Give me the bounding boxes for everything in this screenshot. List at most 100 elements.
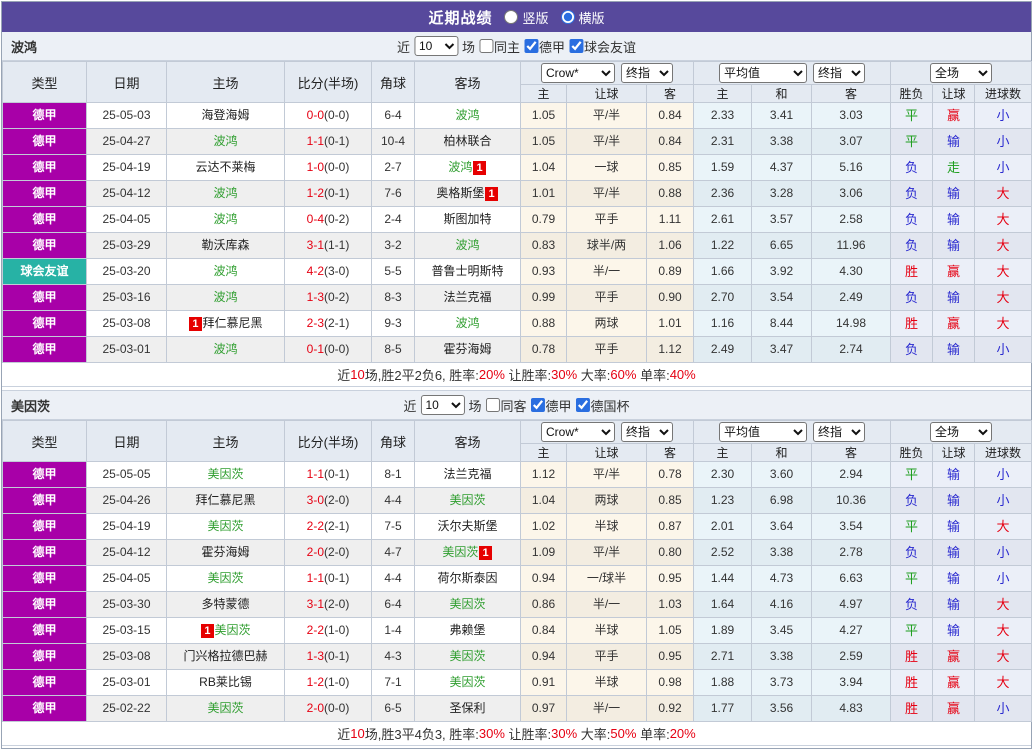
avg-away: 10.36 <box>811 487 892 514</box>
avg-draw: 3.54 <box>751 284 813 311</box>
column-header-main-4: 角球 <box>371 61 415 103</box>
league-type-badge: 德甲 <box>2 617 87 644</box>
halftime-score: (3-0) <box>324 264 350 278</box>
league-type-badge: 德甲 <box>2 206 87 233</box>
red-card-badge: 1 <box>189 316 202 331</box>
vertical-layout-option[interactable]: 竖版 <box>504 8 549 27</box>
column-header-sub-4: 和 <box>751 84 813 103</box>
match-count-select[interactable]: 10 <box>420 395 465 415</box>
match-row: 德甲 25-04-27 波鸿 1-1(0-1) 10-4 柏林联合 1.05 平/半 0.84 2… <box>2 128 1033 155</box>
score-cell: 1-1(0-1) <box>284 128 372 155</box>
column-header-main-2: 主场 <box>166 420 285 462</box>
column-header-main-3: 比分(半场) <box>284 420 372 462</box>
fulltime-score: 0-1 <box>306 342 324 356</box>
red-card-badge: 1 <box>479 545 492 560</box>
column-header-main-4: 角球 <box>371 420 415 462</box>
home-team-name: 勒沃库森 <box>201 238 250 252</box>
home-team-cell: 美因茨 <box>166 565 285 592</box>
score-cell: 2-2(1-0) <box>284 617 372 644</box>
column-header-main-0: 类型 <box>2 420 87 462</box>
column-header-sub-2: 客 <box>645 443 695 462</box>
goals-outcome: 大 <box>974 284 1033 311</box>
home-team-cell: 海登海姆 <box>166 102 285 129</box>
same-venue-checkbox[interactable] <box>478 39 493 53</box>
match-count-select[interactable]: 10 <box>413 36 458 56</box>
odds-away: 1.05 <box>645 617 695 644</box>
league-filter-1-checkbox[interactable] <box>524 39 539 53</box>
fulltime-scope-select[interactable]: 全场 <box>930 422 993 442</box>
summary-segment: 让胜率: <box>504 727 552 742</box>
home-team-name: 云达不莱梅 <box>195 160 256 174</box>
home-team-cell: 美因茨 <box>166 695 285 722</box>
away-team-name: 奥格斯堡 <box>436 186 485 200</box>
home-team-name: 美因茨 <box>207 571 244 585</box>
column-header-sub-5: 客 <box>811 443 892 462</box>
away-team-name: 荷尔斯泰因 <box>437 571 498 585</box>
avg-away: 2.59 <box>811 643 892 670</box>
odds-away: 0.85 <box>645 154 695 181</box>
bookmaker-select[interactable]: Crow* <box>541 422 615 442</box>
page-title: 近期战绩 <box>428 9 493 27</box>
vertical-layout-radio[interactable] <box>504 10 519 24</box>
horizontal-layout-radio[interactable] <box>560 10 575 24</box>
odds-home: 0.83 <box>520 232 567 259</box>
league-filter-1-checkbox[interactable] <box>530 398 545 412</box>
home-team-name: 美因茨 <box>214 623 251 637</box>
away-team-cell: 波鸿 <box>414 310 521 337</box>
league-type-badge: 德甲 <box>2 487 87 514</box>
league-type-badge: 德甲 <box>2 232 87 259</box>
odds-home: 0.99 <box>520 284 567 311</box>
same-venue-checkbox[interactable] <box>485 398 500 412</box>
corner-count: 2-7 <box>371 154 415 181</box>
avg-away: 3.94 <box>811 669 892 696</box>
summary-segment: 50% <box>610 726 637 741</box>
league-filter-2-checkbox[interactable] <box>575 398 590 412</box>
league-filter-1-option[interactable]: 德甲 <box>524 37 565 56</box>
avg-draw: 3.57 <box>751 206 813 233</box>
final-index-select-2[interactable]: 终指 <box>813 422 866 442</box>
fulltime-score: 1-2 <box>306 186 324 200</box>
home-team-cell: 多特蒙德 <box>166 591 285 618</box>
home-team-name: 美因茨 <box>207 519 244 533</box>
corner-count: 3-2 <box>371 232 415 259</box>
handicap-outcome: 输 <box>932 206 976 233</box>
league-filter-2-checkbox[interactable] <box>569 39 584 53</box>
halftime-score: (1-0) <box>324 675 350 689</box>
corner-count: 10-4 <box>371 128 415 155</box>
goals-outcome: 大 <box>974 180 1033 207</box>
final-index-select[interactable]: 终指 <box>621 422 673 442</box>
fulltime-score: 3-1 <box>306 597 324 611</box>
league-type-badge: 德甲 <box>2 695 87 722</box>
team-header-bar: 波鸿 近 10 场 同主 德甲 球会友谊 <box>2 32 1031 61</box>
final-index-select-2[interactable]: 终指 <box>813 63 866 83</box>
average-select[interactable]: 平均值 <box>719 422 808 442</box>
avg-home: 1.23 <box>693 487 753 514</box>
handicap-outcome: 赢 <box>932 695 976 722</box>
match-date: 25-03-16 <box>86 284 167 311</box>
halftime-score: (0-0) <box>324 342 350 356</box>
goals-outcome: 小 <box>974 102 1033 129</box>
summary-bar: 近 10 场,胜2平2负6, 胜率: 20% 让胜率: 30% 大率: 60% 单率: 40… <box>2 363 1031 387</box>
bookmaker-select[interactable]: Crow* <box>541 63 615 83</box>
away-team-cell: 波鸿 1 <box>414 154 521 181</box>
same-venue-option[interactable]: 同主 <box>478 37 520 56</box>
horizontal-layout-option[interactable]: 横版 <box>560 8 605 27</box>
league-filter-2-option[interactable]: 球会友谊 <box>569 37 636 56</box>
average-select[interactable]: 平均值 <box>719 63 808 83</box>
summary-segment: 30% <box>551 367 578 382</box>
column-header-main-3: 比分(半场) <box>284 61 372 103</box>
same-venue-option[interactable]: 同客 <box>485 396 527 415</box>
league-filter-2-option[interactable]: 德国杯 <box>575 396 630 415</box>
fulltime-score: 3-1 <box>306 238 324 252</box>
avg-draw: 3.64 <box>751 513 813 540</box>
column-header-sub-0: 主 <box>520 84 567 103</box>
halftime-score: (0-0) <box>324 701 350 715</box>
summary-segment: 单率: <box>636 368 670 383</box>
result-outcome: 负 <box>890 154 934 181</box>
fulltime-scope-select[interactable]: 全场 <box>930 63 993 83</box>
away-team-name: 美因茨 <box>449 649 486 663</box>
league-filter-1-option[interactable]: 德甲 <box>530 396 572 415</box>
away-team-name: 美因茨 <box>449 597 486 611</box>
final-index-select[interactable]: 终指 <box>621 63 673 83</box>
horizontal-layout-label: 横版 <box>578 10 605 26</box>
